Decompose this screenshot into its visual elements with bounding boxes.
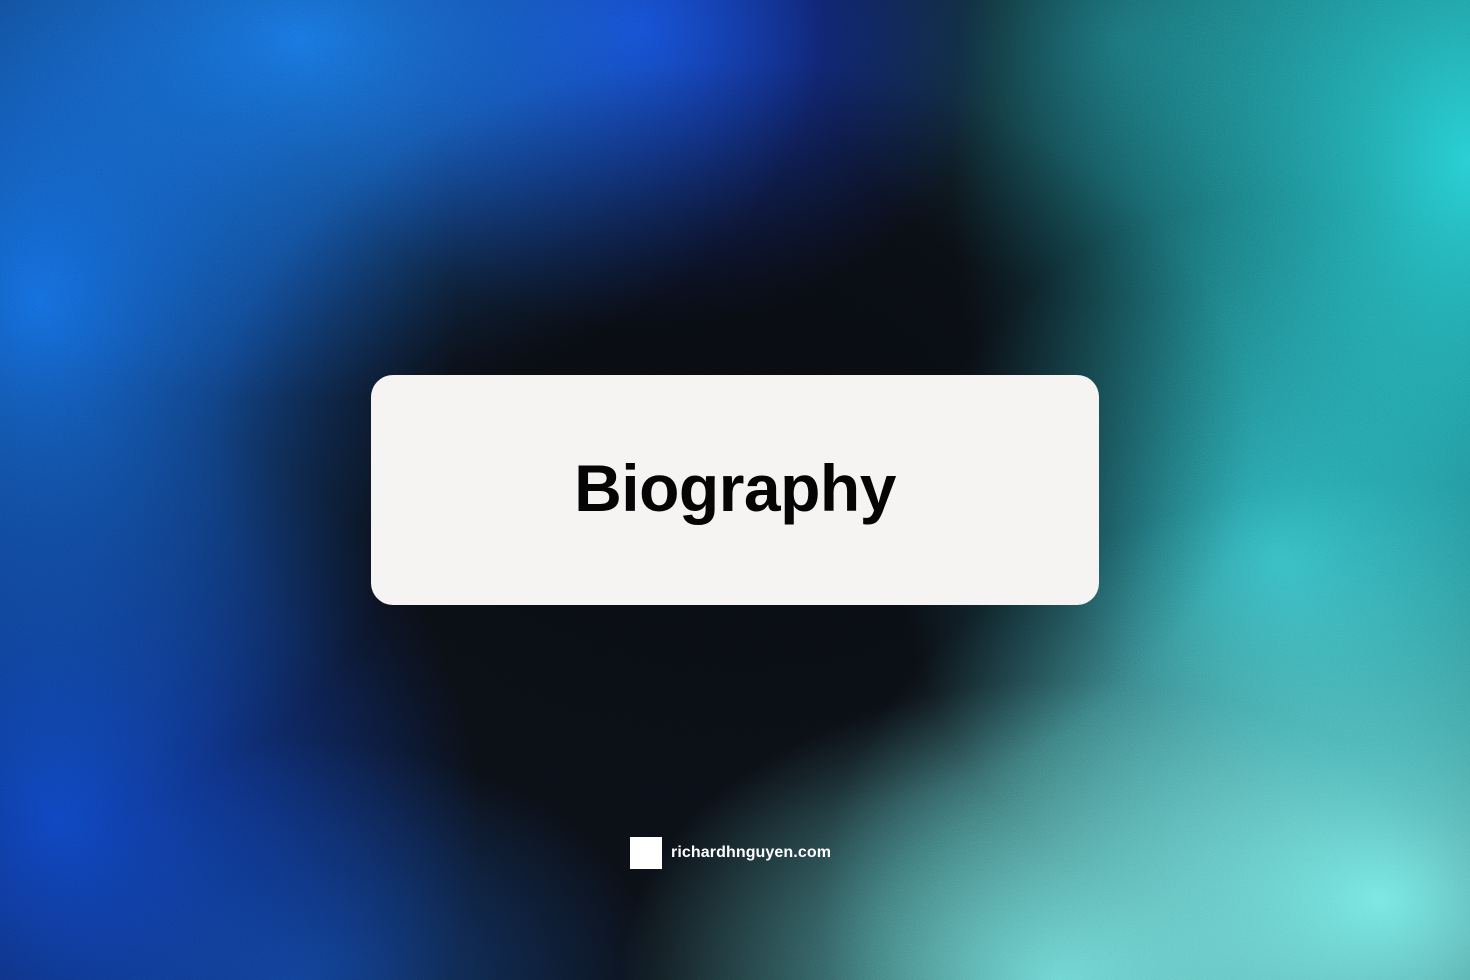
- site-url-text: richardhnguyen.com: [671, 844, 832, 861]
- hero-canvas: Biography richardhnguyen.com: [0, 0, 1470, 980]
- title-card: Biography: [371, 375, 1099, 605]
- footer-brand[interactable]: richardhnguyen.com: [630, 837, 831, 869]
- page-title: Biography: [574, 451, 896, 525]
- white-square-logo-icon: [630, 837, 662, 869]
